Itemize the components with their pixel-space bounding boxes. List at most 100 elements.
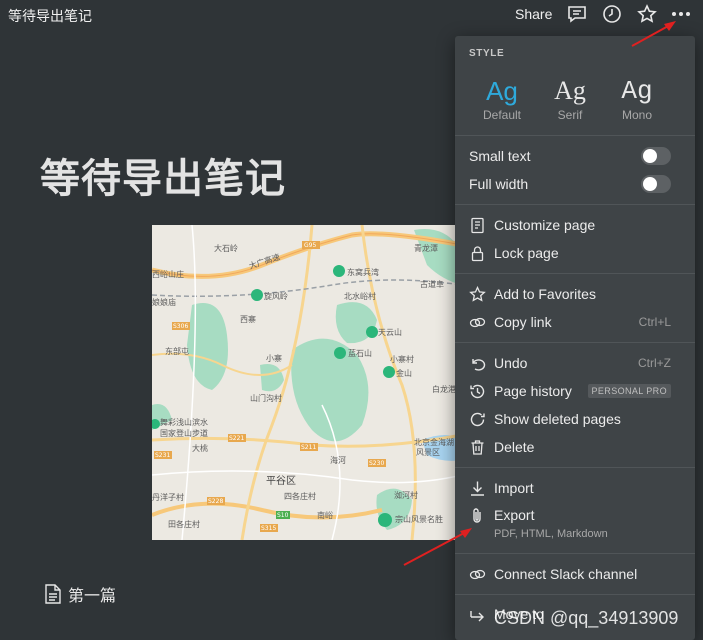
add-to-favorites-item[interactable]: Add to Favorites bbox=[455, 280, 695, 308]
sub-page-link[interactable]: 第一篇 bbox=[44, 582, 116, 606]
divider bbox=[455, 204, 695, 205]
font-option-default[interactable]: Ag Default bbox=[472, 76, 532, 122]
lock-page-label: Lock page bbox=[494, 245, 559, 261]
slack-link-icon bbox=[467, 564, 487, 584]
customize-page-item[interactable]: Customize page bbox=[455, 211, 695, 239]
svg-text:西寨: 西寨 bbox=[240, 314, 256, 324]
add-to-favorites-label: Add to Favorites bbox=[494, 286, 596, 302]
svg-text:白龙港: 白龙港 bbox=[432, 384, 456, 394]
paperclip-icon bbox=[467, 505, 487, 525]
import-item[interactable]: Import bbox=[455, 474, 695, 502]
export-item[interactable]: Export bbox=[455, 501, 695, 529]
small-text-toggle[interactable] bbox=[641, 147, 671, 165]
delete-item[interactable]: Delete bbox=[455, 433, 695, 461]
svg-text:风景区: 风景区 bbox=[416, 448, 440, 457]
full-width-label: Full width bbox=[469, 176, 529, 192]
sub-page-title: 第一篇 bbox=[68, 588, 117, 605]
trash-icon bbox=[467, 437, 487, 457]
import-label: Import bbox=[494, 480, 534, 496]
svg-text:宗山风景名胜: 宗山风景名胜 bbox=[395, 514, 443, 524]
svg-text:S10: S10 bbox=[277, 512, 289, 519]
breadcrumb[interactable]: 等待导出笔记 bbox=[8, 6, 92, 26]
svg-text:青龙潭: 青龙潭 bbox=[414, 243, 438, 253]
import-icon bbox=[467, 478, 487, 498]
svg-text:东窝兵湾: 东窝兵湾 bbox=[347, 267, 379, 277]
show-deleted-pages-item[interactable]: Show deleted pages bbox=[455, 405, 695, 433]
svg-text:四各庄村: 四各庄村 bbox=[284, 491, 316, 501]
undo-shortcut: Ctrl+Z bbox=[638, 356, 671, 370]
full-width-toggle-row[interactable]: Full width bbox=[455, 170, 695, 198]
export-label: Export bbox=[494, 507, 535, 523]
lock-icon bbox=[467, 243, 487, 263]
connect-slack-item[interactable]: Connect Slack channel bbox=[455, 560, 695, 588]
svg-text:大石岭: 大石岭 bbox=[214, 243, 238, 253]
delete-label: Delete bbox=[494, 439, 535, 455]
svg-text:S228: S228 bbox=[208, 498, 223, 505]
history-icon bbox=[467, 381, 487, 401]
customize-page-label: Customize page bbox=[494, 217, 596, 233]
page-options-menu: STYLE Ag Default Ag Serif Ag Mono Small … bbox=[455, 36, 695, 640]
svg-text:北水峪村: 北水峪村 bbox=[344, 291, 376, 301]
svg-text:S231: S231 bbox=[155, 452, 170, 459]
star-icon[interactable] bbox=[636, 3, 658, 25]
svg-text:S211: S211 bbox=[301, 444, 316, 451]
star-icon bbox=[467, 284, 487, 304]
svg-text:小寨: 小寨 bbox=[266, 353, 282, 363]
link-icon bbox=[467, 312, 487, 332]
watermark: CSDN @qq_34913909 bbox=[494, 608, 679, 628]
restore-icon bbox=[467, 409, 487, 429]
svg-text:S230: S230 bbox=[369, 460, 384, 467]
svg-text:田各庄村: 田各庄村 bbox=[168, 519, 200, 529]
page-title[interactable]: 等待导出笔记 bbox=[40, 146, 286, 204]
font-option-serif[interactable]: Ag Serif bbox=[540, 76, 600, 122]
top-bar: 等待导出笔记 Share bbox=[0, 0, 703, 30]
font-mono-glyph: Ag bbox=[621, 76, 653, 106]
page-history-label: Page history bbox=[494, 383, 572, 399]
svg-text:舞彩浅山滨水: 舞彩浅山滨水 bbox=[160, 417, 208, 427]
font-mono-label: Mono bbox=[621, 108, 653, 122]
divider bbox=[455, 273, 695, 274]
font-default-glyph: Ag bbox=[486, 76, 518, 106]
undo-item[interactable]: Undo Ctrl+Z bbox=[455, 349, 695, 377]
clock-icon[interactable] bbox=[601, 3, 623, 25]
lock-page-item[interactable]: Lock page bbox=[455, 239, 695, 267]
svg-text:蓝石山: 蓝石山 bbox=[348, 348, 372, 358]
share-button[interactable]: Share bbox=[515, 6, 552, 22]
copy-link-label: Copy link bbox=[494, 314, 552, 330]
font-option-mono[interactable]: Ag Mono bbox=[607, 76, 667, 122]
divider bbox=[455, 553, 695, 554]
divider bbox=[455, 594, 695, 595]
font-serif-glyph: Ag bbox=[554, 76, 586, 105]
svg-text:丹洋子村: 丹洋子村 bbox=[152, 492, 184, 502]
svg-text:小寨村: 小寨村 bbox=[390, 354, 414, 364]
svg-text:天云山: 天云山 bbox=[378, 327, 402, 337]
more-icon[interactable] bbox=[670, 3, 692, 25]
svg-text:国家登山步道: 国家登山步道 bbox=[160, 428, 208, 438]
divider bbox=[455, 342, 695, 343]
style-header: STYLE bbox=[469, 48, 505, 59]
export-formats: PDF, HTML, Markdown bbox=[494, 528, 608, 540]
undo-label: Undo bbox=[494, 355, 528, 371]
svg-text:西峪山庄: 西峪山庄 bbox=[152, 269, 184, 279]
svg-text:南峪: 南峪 bbox=[317, 510, 333, 520]
svg-text:东部屯: 东部屯 bbox=[165, 346, 189, 356]
comment-icon[interactable] bbox=[566, 3, 588, 25]
full-width-toggle[interactable] bbox=[641, 175, 671, 193]
copy-link-item[interactable]: Copy link Ctrl+L bbox=[455, 308, 695, 336]
connect-slack-label: Connect Slack channel bbox=[494, 566, 638, 582]
copy-link-shortcut: Ctrl+L bbox=[638, 315, 671, 329]
svg-text:古道阜: 古道阜 bbox=[420, 279, 444, 289]
small-text-toggle-row[interactable]: Small text bbox=[455, 142, 695, 170]
divider bbox=[455, 135, 695, 136]
page-icon bbox=[45, 584, 61, 604]
svg-text:S221: S221 bbox=[229, 435, 244, 442]
svg-text:山门沟村: 山门沟村 bbox=[250, 393, 282, 403]
move-icon bbox=[467, 604, 487, 624]
personal-pro-badge: PERSONAL PRO bbox=[587, 384, 671, 398]
svg-text:大桃: 大桃 bbox=[192, 443, 208, 453]
undo-icon bbox=[467, 353, 487, 373]
map-image: G95 S306 S221 S211 S231 S230 S228 S315 S… bbox=[152, 225, 462, 540]
page-history-item[interactable]: Page history PERSONAL PRO bbox=[455, 377, 695, 405]
svg-text:北京金海湖: 北京金海湖 bbox=[414, 437, 454, 447]
font-serif-label: Serif bbox=[557, 108, 583, 122]
